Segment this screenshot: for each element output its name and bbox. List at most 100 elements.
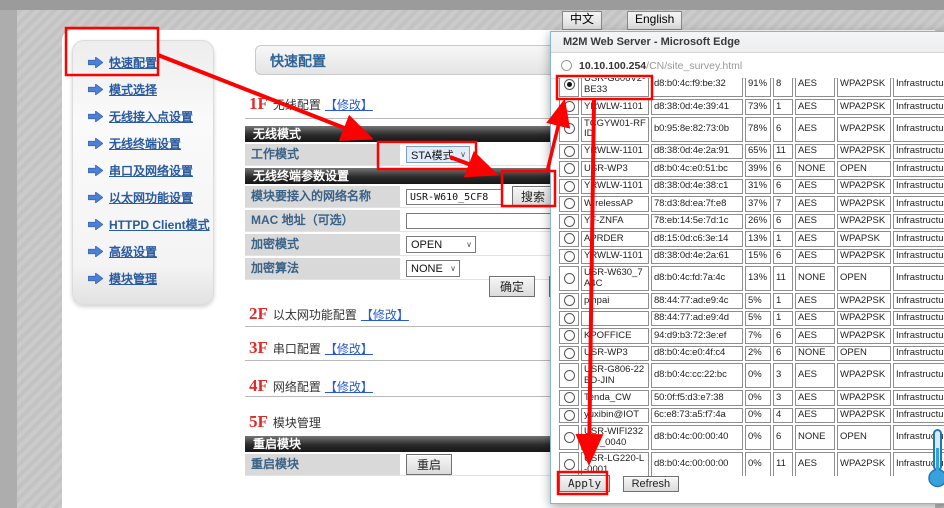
network-row-11: USR-W630_7A4Cd8:b0:4c:fd:7a:4c13%11NONEO… — [559, 266, 944, 291]
network-radio[interactable] — [564, 432, 575, 443]
network-row-8: YF-ZNFA78:eb:14:5e:7d:1c26%6AESWPA2PSKIn… — [559, 214, 944, 230]
chinese-language-button[interactable]: 中文 — [562, 11, 602, 30]
popup-url-bar[interactable]: 10.10.100.254/CN/site_survey.html — [551, 53, 944, 79]
network-row-13: 88:44:77:ad:e9:4d5%1AESWPA2PSKInfrastruc… — [559, 311, 944, 327]
network-auth-cell: WPA2PSK — [837, 408, 891, 424]
network-signal-cell: 0% — [745, 363, 771, 388]
network-encryption-cell: AES — [795, 311, 835, 327]
network-auth-cell: WPAPSK — [837, 231, 891, 247]
sidebar-link[interactable]: 无线接入点设置 — [109, 108, 193, 125]
network-row-19: USR-WIFI232-AP_0040d8:b0:4c:00:00:400%6N… — [559, 425, 944, 450]
chevron-down-icon: ∨ — [466, 240, 472, 249]
network-radio[interactable] — [564, 163, 575, 174]
network-signal-cell: 26% — [745, 214, 771, 230]
sidebar-item-8[interactable]: 高级设置 — [73, 238, 213, 265]
sidebar-link[interactable]: 模式选择 — [109, 81, 157, 98]
network-mac-cell: d8:38:0d:4e:2a:61 — [651, 249, 743, 265]
sidebar-item-5[interactable]: 串口及网络设置 — [73, 157, 213, 184]
network-radio[interactable] — [564, 181, 575, 192]
sidebar-link[interactable]: HTTPD Client模式 — [109, 216, 210, 233]
sidebar-link[interactable]: 高级设置 — [109, 243, 157, 260]
network-signal-cell: 15% — [745, 249, 771, 265]
sidebar-item-9[interactable]: 模块管理 — [73, 265, 213, 292]
network-radio[interactable] — [564, 198, 575, 209]
network-signal-cell: 0% — [745, 452, 771, 476]
network-signal-cell: 91% — [745, 78, 771, 97]
network-encryption-cell: AES — [795, 328, 835, 344]
encryption-algo-select[interactable]: NONE∨ — [406, 260, 460, 277]
sidebar-item-2[interactable]: 模式选择 — [73, 76, 213, 103]
mac-input[interactable] — [406, 213, 556, 229]
network-radio[interactable] — [564, 459, 575, 470]
network-encryption-cell: AES — [795, 249, 835, 265]
ssid-input[interactable]: USR-W610_5CF8 — [406, 189, 502, 205]
work-mode-select[interactable]: STA模式∨ — [406, 146, 470, 163]
sidebar-item-6[interactable]: 以太网功能设置 — [73, 184, 213, 211]
network-auth-cell: WPA2PSK — [837, 363, 891, 388]
network-encryption-cell: AES — [795, 214, 835, 230]
network-auth-cell: OPEN — [837, 425, 891, 450]
network-channel-cell: 11 — [773, 144, 793, 160]
floor-label: 无线配置 — [273, 98, 321, 112]
network-encryption-cell: NONE — [795, 425, 835, 450]
network-encryption-cell: AES — [795, 144, 835, 160]
sidebar-menu: 快速配置模式选择无线接入点设置无线终端设置串口及网络设置以太网功能设置 HTTPD… — [72, 40, 214, 305]
modify-link-network[interactable]: 【修改】 — [325, 380, 373, 394]
sidebar-item-1[interactable]: 快速配置 — [73, 49, 213, 76]
network-radio[interactable] — [564, 295, 575, 306]
popup-title[interactable]: M2M Web Server - Microsoft Edge — [551, 32, 944, 53]
network-radio[interactable] — [564, 101, 575, 112]
sidebar-item-3[interactable]: 无线接入点设置 — [73, 103, 213, 130]
page-info-icon[interactable] — [561, 60, 572, 71]
network-mac-cell: d8:b0:4c:fd:7a:4c — [651, 266, 743, 291]
network-radio[interactable] — [564, 392, 575, 403]
network-radio[interactable] — [564, 273, 575, 284]
network-radio[interactable] — [564, 370, 575, 381]
network-radio[interactable] — [564, 330, 575, 341]
sidebar-link[interactable]: 以太网功能设置 — [109, 189, 193, 206]
network-radio[interactable] — [564, 233, 575, 244]
network-signal-cell: 0% — [745, 425, 771, 450]
network-radio[interactable] — [564, 79, 575, 90]
network-type-cell: Infrastructure — [893, 249, 944, 265]
sidebar-item-7[interactable]: HTTPD Client模式 — [73, 211, 213, 238]
chevron-down-icon: ∨ — [460, 150, 466, 159]
network-row-9: APRDERd8:15:0d:c6:3e:1413%1AESWPAPSKInfr… — [559, 231, 944, 247]
network-encryption-cell: AES — [795, 196, 835, 212]
network-channel-cell: 6 — [773, 161, 793, 177]
network-radio[interactable] — [564, 123, 575, 134]
network-mac-cell: 88:44:77:ad:e9:4d — [651, 311, 743, 327]
apply-button[interactable]: Apply — [559, 475, 610, 492]
network-radio[interactable] — [564, 146, 575, 157]
work-mode-label: 工作模式 — [245, 144, 400, 165]
sidebar-link[interactable]: 无线终端设置 — [109, 135, 181, 152]
search-button[interactable]: 搜索 — [512, 186, 554, 207]
modify-link-serial[interactable]: 【修改】 — [325, 342, 373, 356]
network-radio[interactable] — [564, 313, 575, 324]
network-radio[interactable] — [564, 216, 575, 227]
network-radio[interactable] — [564, 348, 575, 359]
network-row-12: pinpai88:44:77:ad:e9:4c5%1AESWPA2PSKInfr… — [559, 293, 944, 309]
sidebar-link[interactable]: 快速配置 — [109, 54, 157, 71]
network-radio[interactable] — [564, 251, 575, 262]
network-encryption-cell: AES — [795, 293, 835, 309]
restart-button[interactable]: 重启 — [406, 454, 452, 475]
network-table: USR-G806V2-BE33d8:b0:4c:f9:be:3291%8AESW… — [557, 78, 944, 476]
arrow-right-icon — [88, 246, 103, 257]
sidebar-item-4[interactable]: 无线终端设置 — [73, 130, 213, 157]
encryption-mode-label: 加密模式 — [245, 234, 400, 255]
network-type-cell: Infrastructure — [893, 311, 944, 327]
english-language-button[interactable]: English — [627, 11, 682, 30]
network-mac-cell: d8:b0:4c:f9:be:32 — [651, 78, 743, 97]
network-auth-cell: WPA2PSK — [837, 214, 891, 230]
network-radio[interactable] — [564, 410, 575, 421]
sidebar-link[interactable]: 模块管理 — [109, 270, 157, 287]
modify-link-ethernet[interactable]: 【修改】 — [361, 308, 409, 322]
modify-link-wireless[interactable]: 【修改】 — [325, 98, 373, 112]
encryption-mode-select[interactable]: OPEN∨ — [406, 236, 476, 253]
refresh-button[interactable]: Refresh — [623, 476, 680, 492]
network-encryption-cell: NONE — [795, 346, 835, 362]
sidebar-link[interactable]: 串口及网络设置 — [109, 162, 193, 179]
network-ssid-cell: YF-ZNFA — [581, 214, 649, 230]
confirm-button[interactable]: 确定 — [489, 276, 535, 297]
